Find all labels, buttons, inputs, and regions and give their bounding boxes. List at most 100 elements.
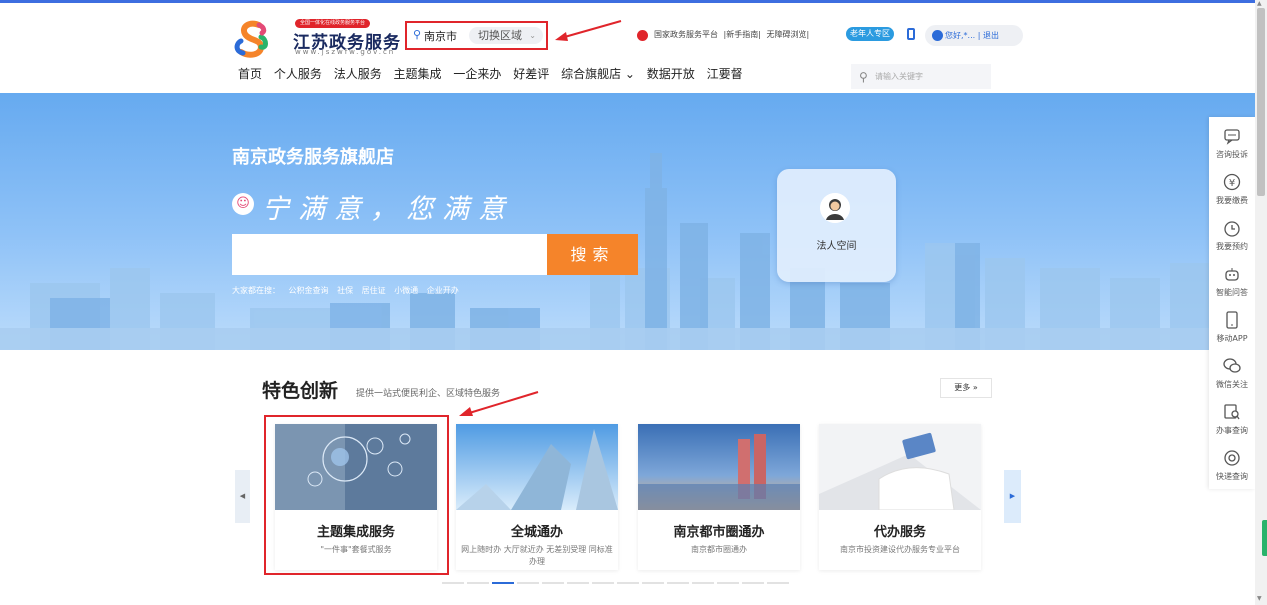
nav-item-supervision[interactable]: 江要督 xyxy=(707,67,743,81)
carousel-dot[interactable] xyxy=(742,582,764,584)
search-button[interactable]: 搜索 xyxy=(547,234,638,275)
logo-icon[interactable] xyxy=(231,19,271,59)
hot-search-link[interactable]: 居住证 xyxy=(362,286,386,295)
robot-icon xyxy=(1225,268,1239,281)
mobile-icon[interactable] xyxy=(907,28,915,40)
avatar-icon xyxy=(932,30,943,41)
nav-item-flagship[interactable]: 综合旗舰店 ⌄ xyxy=(561,67,635,81)
current-city: 南京市 xyxy=(424,30,457,43)
sidebar-item[interactable]: 咨询投诉 xyxy=(1209,121,1255,168)
scroll-up-icon[interactable]: ▲ xyxy=(1257,0,1262,7)
carousel-dot[interactable] xyxy=(767,582,789,584)
hot-search-link[interactable]: 公积金查询 xyxy=(289,286,329,295)
hot-search-link[interactable]: 企业开办 xyxy=(427,286,459,295)
yuan-icon: ¥ xyxy=(1223,173,1241,191)
user-menu[interactable]: 您好,*... | 退出 xyxy=(925,25,1023,46)
carousel-dot[interactable] xyxy=(492,582,514,584)
legal-space-card[interactable]: 法人空间 xyxy=(777,169,896,282)
switch-region-label: 切换区域 xyxy=(478,29,522,42)
card-title: 代办服务 xyxy=(873,525,926,540)
national-emblem-icon xyxy=(637,30,648,41)
svg-text:¥: ¥ xyxy=(1229,178,1235,189)
scroll-down-icon[interactable]: ▼ xyxy=(1257,595,1262,602)
main-search-input[interactable] xyxy=(232,234,548,275)
banner-title: 南京政务服务旗舰店 xyxy=(232,147,394,168)
link-national-platform[interactable]: 国家政务服务平台 xyxy=(654,30,718,39)
sidebar-item-label: 咨询投诉 xyxy=(1216,150,1248,159)
nav-item-open-data[interactable]: 数据开放 xyxy=(647,67,695,81)
link-accessibility[interactable]: 无障碍浏览| xyxy=(766,30,809,39)
carousel-dot[interactable] xyxy=(667,582,689,584)
carousel-dot[interactable] xyxy=(692,582,714,584)
card-image xyxy=(638,424,800,510)
nav-item-enterprise[interactable]: 一企来办 xyxy=(453,67,501,81)
right-sidebar: 咨询投诉 ¥ 我要缴费 我要预约 智能问答移动APP 微信关注办事查询快递查询 xyxy=(1209,117,1255,489)
sidebar-item[interactable]: 微信关注 xyxy=(1209,351,1255,398)
carousel-dot[interactable] xyxy=(617,582,639,584)
nav-item-personal[interactable]: 个人服务 xyxy=(274,67,322,81)
site-header: 全国一体化在线政务服务平台 江苏政务服务 www.jszwfw.gov.cn ⚲… xyxy=(0,3,1255,93)
link-guide[interactable]: |新手指南| xyxy=(724,30,761,39)
search-icon[interactable]: ⚲ xyxy=(859,65,868,90)
user-greeting[interactable]: 您好,*... xyxy=(945,31,975,40)
carousel-dot[interactable] xyxy=(592,582,614,584)
sidebar-item[interactable]: 我要预约 xyxy=(1209,213,1255,260)
query-icon xyxy=(1224,404,1240,420)
carousel-next-button[interactable]: ▶ xyxy=(1004,470,1021,523)
more-button[interactable]: 更多 » xyxy=(940,378,992,398)
annotation-arrow-icon xyxy=(459,391,539,416)
feedback-tab[interactable] xyxy=(1262,520,1267,556)
location-pin-icon: ⚲ xyxy=(413,28,422,41)
elderly-zone-button[interactable]: 老年人专区 xyxy=(846,27,894,41)
hot-search-link[interactable]: 小微通 xyxy=(394,286,418,295)
carousel-dot[interactable] xyxy=(442,582,464,584)
hot-search-link[interactable]: 社保 xyxy=(337,286,353,295)
hot-searches-label: 大家都在搜： xyxy=(232,286,280,295)
city-skyline-image xyxy=(0,153,1255,350)
card-image xyxy=(456,424,618,510)
card-title: 南京都市圈通办 xyxy=(673,525,765,540)
sidebar-item-label: 移动APP xyxy=(1216,334,1248,343)
person-icon xyxy=(820,193,850,223)
scrollbar-thumb[interactable] xyxy=(1257,8,1265,196)
express-icon xyxy=(1224,450,1240,466)
carousel-dot[interactable] xyxy=(542,582,564,584)
nav-item-theme[interactable]: 主题集成 xyxy=(394,67,442,81)
carousel-dot[interactable] xyxy=(567,582,589,584)
carousel-prev-button[interactable]: ◀ xyxy=(235,470,250,523)
sidebar-item-label: 微信关注 xyxy=(1216,380,1248,389)
top-search-placeholder: 请输入关键字 xyxy=(875,72,923,81)
sidebar-item[interactable]: ¥ 我要缴费 xyxy=(1209,167,1255,214)
sidebar-item[interactable]: 快递查询 xyxy=(1209,443,1255,490)
service-card-citywide[interactable]: 全城通办 网上随时办 大厅就近办 无差别受理 同标准办理 xyxy=(456,424,618,570)
nav-item-home[interactable]: 首页 xyxy=(238,67,262,81)
nav-item-evaluation[interactable]: 好差评 xyxy=(513,67,549,81)
sidebar-item[interactable]: 移动APP xyxy=(1209,305,1255,352)
section-title: 特色创新 xyxy=(262,380,339,402)
sidebar-item[interactable]: 智能问答 xyxy=(1209,259,1255,306)
card-image xyxy=(819,424,981,510)
hero-banner: 南京政务服务旗舰店 ☺ 宁满意，您满意 搜索 大家都在搜： 公积金查询 社保 居… xyxy=(0,93,1255,350)
card-subtitle: 南京都市圈通办 xyxy=(691,545,747,554)
phone-icon xyxy=(1226,311,1238,329)
carousel-pagination xyxy=(442,582,789,584)
sidebar-item-label: 办事查询 xyxy=(1216,426,1248,435)
switch-region-button[interactable]: 切换区域 ⌄ xyxy=(469,27,543,44)
carousel-dot[interactable] xyxy=(517,582,539,584)
logout-link[interactable]: | 退出 xyxy=(978,31,999,40)
logo-badge: 全国一体化在线政务服务平台 xyxy=(295,19,371,28)
card-highlight-box xyxy=(264,415,449,575)
top-search-input[interactable]: ⚲ 请输入关键字 xyxy=(851,64,991,89)
service-card-metro[interactable]: 南京都市圈通办 南京都市圈通办 xyxy=(638,424,800,570)
service-card-agency[interactable]: 代办服务 南京市投资建设代办服务专业平台 xyxy=(819,424,981,570)
slogan-logo-icon: ☺ xyxy=(232,193,254,215)
card-subtitle: 网上随时办 大厅就近办 无差别受理 同标准办理 xyxy=(461,545,613,566)
city-selector-highlight: ⚲ 南京市 切换区域 ⌄ xyxy=(405,21,548,50)
card-title: 全城通办 xyxy=(510,525,563,540)
carousel-dot[interactable] xyxy=(467,582,489,584)
carousel-dot[interactable] xyxy=(717,582,739,584)
sidebar-item[interactable]: 办事查询 xyxy=(1209,397,1255,444)
nav-item-legal[interactable]: 法人服务 xyxy=(334,67,382,81)
wechat-icon xyxy=(1223,358,1241,373)
carousel-dot[interactable] xyxy=(642,582,664,584)
